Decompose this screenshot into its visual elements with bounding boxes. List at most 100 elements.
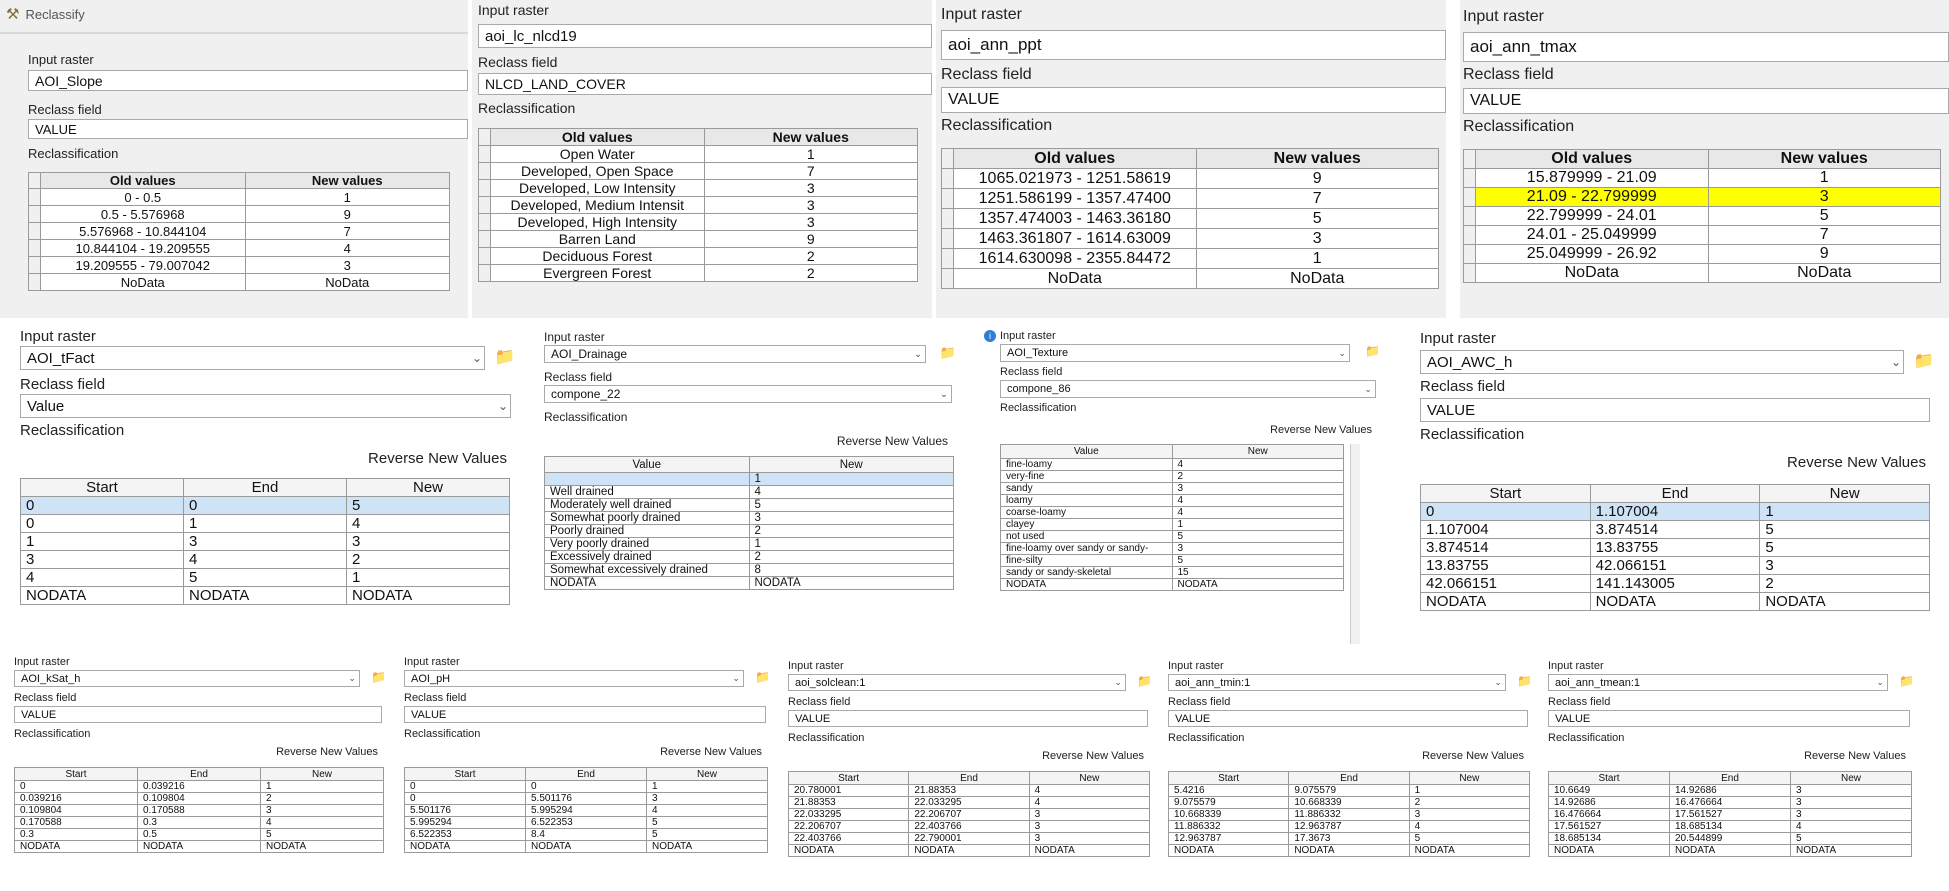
chevron-down-icon[interactable]: ⌄	[1335, 348, 1349, 359]
chevron-down-icon[interactable]: ⌄	[345, 673, 359, 684]
row-selector[interactable]	[1463, 187, 1476, 207]
table-row[interactable]: 0.170588 0.3 4	[14, 816, 384, 829]
column-header[interactable]: New	[260, 767, 384, 781]
reclass-field-input[interactable]: VALUE	[404, 706, 766, 723]
new-value-cell[interactable]: 5	[1759, 520, 1930, 539]
new-value-cell[interactable]: 3	[1408, 808, 1531, 821]
chevron-down-icon[interactable]: ⌄	[496, 399, 510, 413]
row-selector[interactable]	[478, 264, 491, 282]
new-value-cell[interactable]: 2	[1408, 796, 1531, 809]
new-value-cell[interactable]: 3	[1790, 808, 1912, 821]
folder-icon[interactable]: 📁	[1365, 344, 1380, 358]
table-row[interactable]: 5.501176 5.995294 4	[404, 804, 768, 817]
table-row[interactable]: 21.09 - 22.799999 3	[1463, 187, 1941, 207]
new-value-cell[interactable]: 5	[1707, 206, 1941, 226]
table-row[interactable]: 18.685134 20.544899 5	[1548, 832, 1912, 845]
new-value-cell[interactable]: 2	[748, 550, 954, 564]
folder-icon[interactable]: 📁	[1899, 674, 1914, 688]
new-value-cell[interactable]: 1	[260, 780, 384, 793]
table-row[interactable]: 10.844104 - 19.209555 4	[28, 239, 450, 257]
table-row[interactable]: NODATA NODATA NODATA	[1420, 592, 1930, 611]
column-header[interactable]: Value	[544, 456, 750, 473]
table-row[interactable]: Somewhat excessively drained 8	[544, 563, 954, 577]
input-raster-field[interactable]: aoi_ann_ppt	[941, 30, 1446, 60]
folder-icon[interactable]: 📁	[755, 670, 770, 684]
new-value-cell[interactable]: 3	[1707, 187, 1941, 207]
new-value-cell[interactable]: 3	[1790, 784, 1912, 797]
table-row[interactable]: Evergreen Forest 2	[478, 264, 918, 282]
input-raster-field[interactable]: AOI_Slope	[28, 70, 468, 91]
table-row[interactable]: NoData NoData	[1463, 263, 1941, 283]
table-row[interactable]: Well drained 4	[544, 485, 954, 499]
new-value-cell[interactable]: 3	[1171, 542, 1344, 555]
input-raster-field[interactable]: aoi_ann_tmax	[1463, 32, 1949, 62]
reclass-field-input[interactable]: VALUE	[1420, 398, 1930, 422]
new-value-cell[interactable]: 5	[1195, 208, 1439, 229]
new-value-cell[interactable]: 2	[346, 550, 510, 569]
table-row[interactable]: 0 0.039216 1	[14, 780, 384, 793]
column-header[interactable]: Start	[14, 767, 138, 781]
new-value-cell[interactable]: 4	[1408, 820, 1531, 833]
new-value-cell[interactable]: 4	[1171, 494, 1344, 507]
table-row[interactable]: NODATA NODATA	[1000, 578, 1344, 591]
input-raster-select[interactable]: AOI_kSat_h ⌄	[14, 670, 360, 687]
reverse-new-values-button[interactable]: Reverse New Values	[1422, 750, 1524, 762]
row-selector[interactable]	[941, 228, 954, 249]
chevron-down-icon[interactable]: ⌄	[1889, 355, 1903, 369]
reclass-field-input[interactable]: VALUE	[1168, 710, 1528, 727]
table-scrollbar[interactable]	[1350, 444, 1360, 644]
table-row[interactable]: coarse-loamy 4	[1000, 506, 1344, 519]
new-value-cell[interactable]: 7	[1707, 225, 1941, 245]
table-row[interactable]: Somewhat poorly drained 3	[544, 511, 954, 525]
row-selector[interactable]	[478, 213, 491, 231]
input-raster-select[interactable]: AOI_Drainage ⌄	[544, 345, 926, 363]
table-row[interactable]: NODATA NODATA NODATA	[14, 840, 384, 853]
new-value-cell[interactable]: 3	[1790, 796, 1912, 809]
input-raster-select[interactable]: AOI_AWC_h ⌄	[1420, 350, 1904, 374]
column-header[interactable]: End	[1589, 484, 1761, 503]
reverse-new-values-button[interactable]: Reverse New Values	[276, 746, 378, 758]
table-row[interactable]: NODATA NODATA	[544, 576, 954, 590]
table-row[interactable]: 9.075579 10.668339 2	[1168, 796, 1531, 809]
table-row[interactable]: clayey 1	[1000, 518, 1344, 531]
folder-icon[interactable]: 📁	[1913, 352, 1934, 371]
new-value-cell[interactable]: 4	[1790, 820, 1912, 833]
table-row[interactable]: Moderately well drained 5	[544, 498, 954, 512]
table-row[interactable]: 5.995294 6.522353 5	[404, 816, 768, 829]
table-row[interactable]: 17.561527 18.685134 4	[1548, 820, 1912, 833]
new-value-cell[interactable]: 2	[1171, 470, 1344, 483]
table-row[interactable]: fine-loamy 4	[1000, 458, 1344, 471]
row-selector[interactable]	[478, 196, 491, 214]
table-row[interactable]: 21.88353 22.033295 4	[788, 796, 1151, 809]
table-row[interactable]: Excessively drained 2	[544, 550, 954, 564]
table-row[interactable]: 22.799999 - 24.01 5	[1463, 206, 1941, 226]
row-selector[interactable]	[28, 273, 41, 291]
column-header[interactable]: End	[137, 767, 261, 781]
new-value-cell[interactable]: 5	[1171, 554, 1344, 567]
new-value-cell[interactable]: 15	[1171, 566, 1344, 579]
input-raster-select[interactable]: aoi_ann_tmin:1 ⌄	[1168, 674, 1506, 691]
input-raster-select[interactable]: aoi_ann_tmean:1 ⌄	[1548, 674, 1888, 691]
reverse-new-values-button[interactable]: Reverse New Values	[1804, 750, 1906, 762]
table-row[interactable]: Developed, Low Intensity 3	[478, 179, 918, 197]
new-value-cell[interactable]: 9	[1707, 244, 1941, 264]
table-row[interactable]: 10.6649 14.92686 3	[1548, 784, 1912, 797]
table-row[interactable]: NoData NoData	[28, 273, 450, 291]
column-header[interactable]: New	[646, 767, 768, 781]
new-value-cell[interactable]: NODATA	[346, 586, 510, 605]
new-value-cell[interactable]: 1	[1171, 518, 1344, 531]
table-row[interactable]: Poorly drained 2	[544, 524, 954, 538]
reclass-field-select[interactable]: compone_86 ⌄	[1000, 380, 1376, 398]
new-value-cell[interactable]: 5	[646, 828, 768, 841]
table-row[interactable]: 1.107004 3.874514 5	[1420, 520, 1930, 539]
table-row[interactable]: 001	[404, 780, 768, 793]
table-row[interactable]: 0.3 0.5 5	[14, 828, 384, 841]
table-row[interactable]: 6.522353 8.4 5	[404, 828, 768, 841]
row-selector[interactable]	[941, 208, 954, 229]
new-value-cell[interactable]: 9	[703, 230, 918, 248]
new-value-cell[interactable]: 5	[260, 828, 384, 841]
new-value-cell[interactable]: 9	[244, 205, 450, 223]
input-raster-select[interactable]: AOI_pH ⌄	[404, 670, 744, 687]
column-header[interactable]: New values	[1195, 148, 1439, 169]
new-value-cell[interactable]: 3	[260, 804, 384, 817]
